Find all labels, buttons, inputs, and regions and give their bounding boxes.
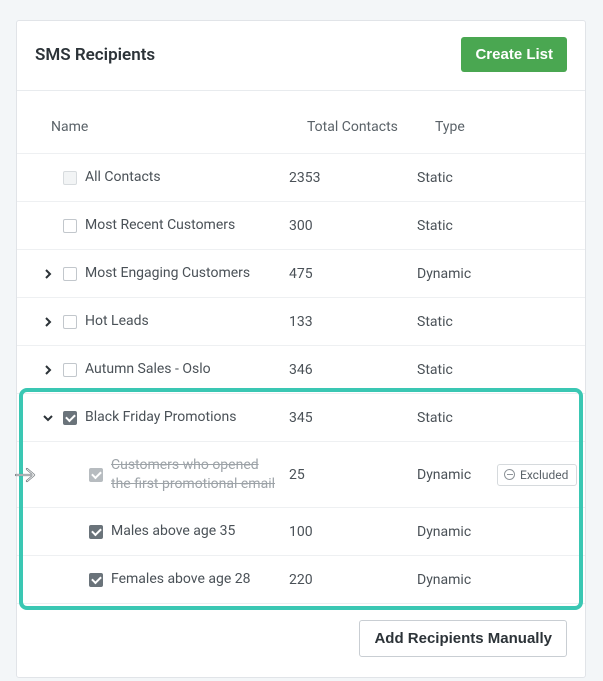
table-row: Females above age 28220Dynamic xyxy=(17,556,585,604)
name-cell: Hot Leads xyxy=(17,312,289,330)
contacts-value: 300 xyxy=(289,218,417,234)
checkbox[interactable] xyxy=(63,315,77,329)
col-header-name: Name xyxy=(51,119,307,135)
table-row: Most Recent Customers300Static xyxy=(17,202,585,250)
type-value: Static xyxy=(417,314,497,330)
checkbox[interactable] xyxy=(63,267,77,281)
type-value: Dynamic xyxy=(417,572,497,588)
add-recipients-button[interactable]: Add Recipients Manually xyxy=(359,620,567,657)
row-label: Black Friday Promotions xyxy=(85,408,289,426)
chevron-down-icon[interactable] xyxy=(41,411,55,425)
type-value: Static xyxy=(417,218,497,234)
contacts-value: 220 xyxy=(289,572,417,588)
table-row: Hot Leads133Static xyxy=(17,298,585,346)
panel-footer: Add Recipients Manually xyxy=(17,604,585,677)
checkbox[interactable] xyxy=(89,573,103,587)
name-cell: All Contacts xyxy=(17,168,289,186)
checkbox xyxy=(89,468,103,482)
name-cell: Females above age 28 xyxy=(35,570,289,588)
type-value: Static xyxy=(417,170,497,186)
name-cell: Males above age 35 xyxy=(35,522,289,540)
chevron-right-icon[interactable] xyxy=(41,267,55,281)
table-row: Males above age 35100Dynamic xyxy=(17,508,585,556)
contacts-value: 475 xyxy=(289,266,417,282)
row-label: Autumn Sales - Oslo xyxy=(85,360,289,378)
table-row: Black Friday Promotions345Static xyxy=(17,394,585,442)
create-list-button[interactable]: Create List xyxy=(461,37,567,72)
contacts-value: 133 xyxy=(289,314,417,330)
name-cell: Most Engaging Customers xyxy=(17,264,289,282)
contacts-value: 25 xyxy=(289,467,417,483)
table-row: Most Engaging Customers475Dynamic xyxy=(17,250,585,298)
recipients-panel: SMS Recipients Create List Name Total Co… xyxy=(16,20,586,678)
row-label: All Contacts xyxy=(85,168,289,186)
name-cell: Black Friday Promotions xyxy=(17,408,289,426)
type-value: Dynamic xyxy=(417,524,497,540)
table-body: All Contacts2353StaticMost Recent Custom… xyxy=(17,154,585,604)
name-cell: Customers who opened the first promotion… xyxy=(35,456,289,492)
contacts-value: 2353 xyxy=(289,170,417,186)
row-label: Most Recent Customers xyxy=(85,216,289,234)
col-header-type: Type xyxy=(435,119,515,135)
type-value: Static xyxy=(417,410,497,426)
panel-header: SMS Recipients Create List xyxy=(17,21,585,91)
row-label: Customers who opened the first promotion… xyxy=(111,456,289,492)
contacts-value: 345 xyxy=(289,410,417,426)
extra-cell: Excluded xyxy=(497,464,587,486)
type-value: Static xyxy=(417,362,497,378)
name-cell: Autumn Sales - Oslo xyxy=(17,360,289,378)
checkbox[interactable] xyxy=(63,171,77,185)
name-cell: Most Recent Customers xyxy=(17,216,289,234)
excluded-icon xyxy=(504,469,515,480)
row-label: Males above age 35 xyxy=(111,522,289,540)
chevron-right-icon[interactable] xyxy=(41,363,55,377)
checkbox[interactable] xyxy=(63,363,77,377)
excluded-badge: Excluded xyxy=(497,464,577,486)
table-header-row: Name Total Contacts Type xyxy=(17,91,585,154)
chevron-right-icon[interactable] xyxy=(41,315,55,329)
row-label: Hot Leads xyxy=(85,312,289,330)
checkbox[interactable] xyxy=(89,525,103,539)
excluded-label: Excluded xyxy=(520,468,568,482)
type-value: Dynamic xyxy=(417,266,497,282)
row-label: Females above age 28 xyxy=(111,570,289,588)
type-value: Dynamic xyxy=(417,467,497,483)
contacts-value: 100 xyxy=(289,524,417,540)
row-label: Most Engaging Customers xyxy=(85,264,289,282)
table-row: Customers who opened the first promotion… xyxy=(17,442,585,508)
checkbox[interactable] xyxy=(63,411,77,425)
contacts-value: 346 xyxy=(289,362,417,378)
col-header-contacts: Total Contacts xyxy=(307,119,435,135)
table-row: Autumn Sales - Oslo346Static xyxy=(17,346,585,394)
checkbox[interactable] xyxy=(63,219,77,233)
table-row: All Contacts2353Static xyxy=(17,154,585,202)
arrow-annotation-icon xyxy=(15,466,35,484)
panel-title: SMS Recipients xyxy=(35,45,155,65)
